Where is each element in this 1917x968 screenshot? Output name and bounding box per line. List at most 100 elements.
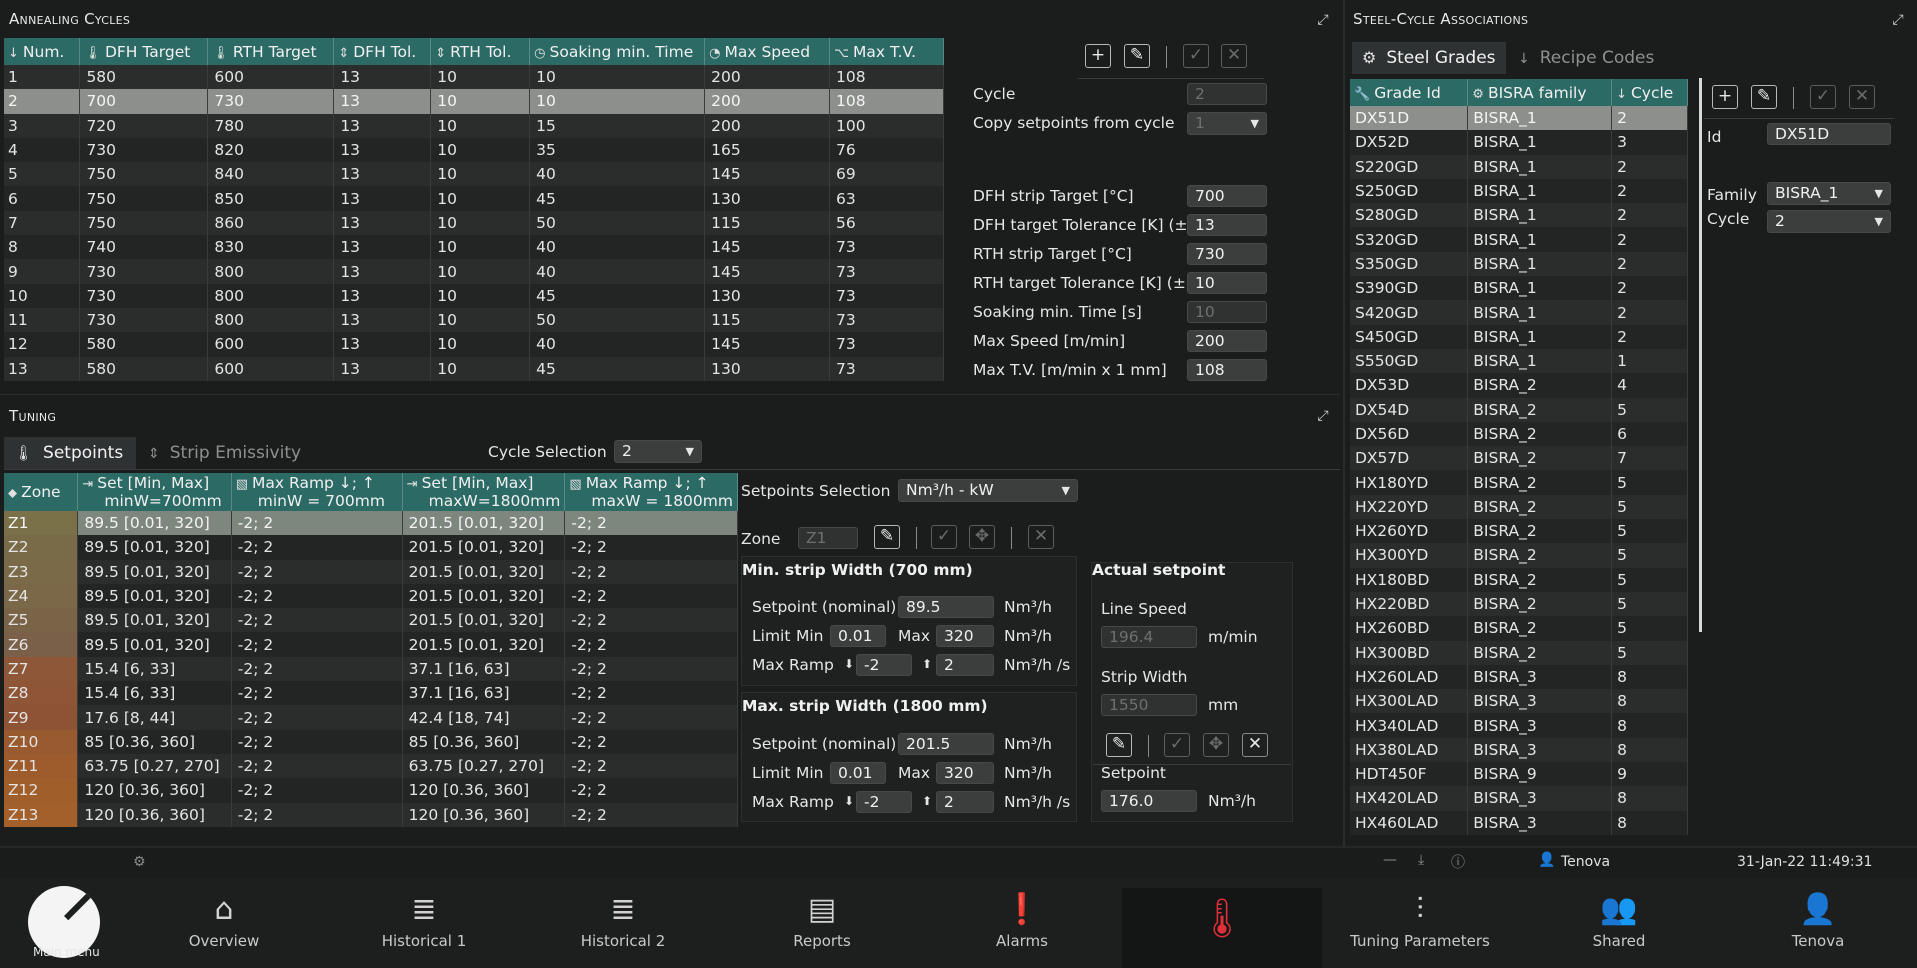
table-row[interactable]: HX380LAD BISRA_3 8 [1350,737,1688,763]
rth-target-field[interactable]: 730 [1187,243,1267,265]
soaking-field[interactable]: 10 [1187,301,1267,323]
table-row[interactable]: Z6 89.5 [0.01, 320] -2; 2 201.5 [0.01, 320]… [4,632,738,657]
table-row[interactable]: HX300LAD BISRA_3 8 [1350,689,1688,714]
table-row[interactable]: DX52D BISRA_1 3 [1350,130,1688,155]
table-row[interactable]: DX53D BISRA_2 4 [1350,373,1688,398]
nav-item-alarms[interactable]: ❗ Alarms [922,888,1122,968]
table-row[interactable]: HX460LAD BISRA_3 8 [1350,810,1688,835]
confirm-button[interactable]: ✓ [1183,44,1209,68]
table-row[interactable]: 10 730 800 13 10 45 130 73 [4,283,944,308]
table-row[interactable]: Z9 17.6 [8, 44] -2; 2 42.4 [18, 74] -2; 2 [4,705,738,730]
table-row[interactable]: 5 750 840 13 10 40 145 69 [4,162,944,187]
table-row[interactable]: S250GD BISRA_1 2 [1350,178,1688,204]
max-ramp-up-field[interactable]: 2 [936,791,994,813]
expand-tuning-icon[interactable]: ⤢ [1315,408,1331,424]
table-row[interactable]: 11 730 800 13 10 50 115 73 [4,307,944,333]
table-row[interactable]: HX260BD BISRA_2 5 [1350,616,1688,641]
info-icon[interactable]: ⓘ [1451,852,1465,872]
minimize-icon[interactable]: — [1383,852,1397,868]
col-ramp-minw[interactable]: ▧ Max Ramp ↓; ↑ minW = 700mm [231,473,403,511]
min-setpoint-field[interactable]: 89.5 [898,596,994,618]
settings-icon[interactable]: ⚙ [133,854,146,870]
table-row[interactable]: S450GD BISRA_1 2 [1350,324,1688,349]
nav-item-overview[interactable]: ⌂ Overview [124,888,324,968]
table-row[interactable]: 12 580 600 13 10 40 145 73 [4,332,944,357]
min-limit-max-field[interactable]: 320 [936,625,994,647]
col-num[interactable]: ↓ Num. [4,38,81,65]
table-row[interactable]: HX260LAD BISRA_3 8 [1350,664,1688,690]
table-row[interactable]: 3 720 780 13 10 15 200 100 [4,113,944,138]
expand-annealing-icon[interactable]: ⤢ [1315,12,1331,28]
table-row[interactable]: 2 700 730 13 10 10 200 108 [4,89,944,114]
edit-button[interactable]: ✎ [1124,44,1150,68]
nav-item-historical-2[interactable]: ≣ Historical 2 [523,888,723,968]
table-row[interactable]: Z8 15.4 [6, 33] -2; 2 37.1 [16, 63] -2; 2 [4,681,738,706]
steel-edit-button[interactable]: ✎ [1751,85,1777,109]
min-ramp-up-field[interactable]: 2 [936,654,994,676]
table-row[interactable]: DX57D BISRA_2 7 [1350,446,1688,471]
steel-add-button[interactable]: + [1712,85,1738,109]
col-ramp-maxw[interactable]: ▧ Max Ramp ↓; ↑ maxW = 1800mm [564,473,738,511]
steel-cycle-select[interactable]: 2 ▼ [1767,210,1891,233]
table-row[interactable]: S320GD BISRA_1 2 [1350,227,1688,252]
table-row[interactable]: HX260YD BISRA_2 5 [1350,519,1688,544]
table-row[interactable]: Z11 63.75 [0.27, 270] -2; 2 63.75 [0.27, 27… [4,753,738,779]
table-row[interactable]: Z13 120 [0.36, 360] -2; 2 120 [0.36, 360] -2… [4,802,738,827]
min-limit-min-field[interactable]: 0.01 [830,625,886,647]
max-limit-min-field[interactable]: 0.01 [830,762,886,784]
actual-edit-button[interactable]: ✎ [1106,733,1132,757]
id-field[interactable]: DX51D [1767,123,1891,145]
col-soaking[interactable]: ◷ Soaking min. Time [529,38,706,65]
rth-tol-field[interactable]: 10 [1187,272,1267,294]
zone-confirm-button[interactable]: ✓ [931,525,957,549]
table-row[interactable]: HX300YD BISRA_2 5 [1350,543,1688,568]
table-row[interactable]: Z7 15.4 [6, 33] -2; 2 37.1 [16, 63] -2; 2 [4,656,738,682]
nav-item-tenova[interactable]: 👤 Tenova [1718,888,1917,968]
table-row[interactable]: Z2 89.5 [0.01, 320] -2; 2 201.5 [0.01, 320]… [4,535,738,560]
table-row[interactable]: 7 750 860 13 10 50 115 56 [4,210,944,236]
table-row[interactable]: HX220BD BISRA_2 5 [1350,591,1688,617]
zone-edit-button[interactable]: ✎ [874,525,900,549]
table-row[interactable]: S280GD BISRA_1 2 [1350,203,1688,228]
table-row[interactable]: HX180YD BISRA_2 5 [1350,470,1688,495]
nav-item-historical-1[interactable]: ≣ Historical 1 [324,888,524,968]
table-row[interactable]: Z1 89.5 [0.01, 320] -2; 2 201.5 [0.01, 320]… [4,511,738,536]
dfh-target-field[interactable]: 700 [1187,185,1267,207]
col-set-minw[interactable]: ⇥ Set [Min, Max] minW=700mm [77,473,232,511]
col-max-tv[interactable]: ⌥ Max T.V. [829,38,944,65]
table-row[interactable]: 9 730 800 13 10 40 145 73 [4,259,944,284]
table-row[interactable]: 6 750 850 13 10 45 130 63 [4,186,944,211]
max-ramp-down-field[interactable]: -2 [856,791,912,813]
table-row[interactable]: HX220YD BISRA_2 5 [1350,494,1688,520]
expand-steel-icon[interactable]: ⤢ [1890,12,1906,28]
zone-move-button[interactable]: ✥ [969,525,995,549]
dfh-tol-field[interactable]: 13 [1187,214,1267,236]
table-row[interactable]: DX51D BISRA_1 2 [1350,106,1688,131]
col-zone[interactable]: ⬥ Zone [4,473,79,511]
cycle-selection-select[interactable]: 2 ▼ [614,440,702,463]
cancel-button[interactable]: ✕ [1221,44,1247,68]
table-row[interactable]: Z12 120 [0.36, 360] -2; 2 120 [0.36, 360] -2… [4,778,738,803]
max-tv-field[interactable]: 108 [1187,359,1267,381]
table-row[interactable]: HX420LAD BISRA_3 8 [1350,786,1688,811]
table-row[interactable]: 8 740 830 13 10 40 145 73 [4,235,944,260]
zone-field[interactable]: Z1 [798,527,858,549]
table-row[interactable]: HX180BD BISRA_2 5 [1350,567,1688,592]
cycle-field[interactable]: 2 [1187,83,1267,105]
min-ramp-down-field[interactable]: -2 [856,654,912,676]
steel-cancel-button[interactable]: ✕ [1849,85,1875,109]
family-select[interactable]: BISRA_1 ▼ [1767,182,1891,205]
setpoint-field[interactable]: 176.0 [1101,790,1197,812]
table-row[interactable]: HX300BD BISRA_2 5 [1350,640,1688,665]
table-row[interactable]: Z5 89.5 [0.01, 320] -2; 2 201.5 [0.01, 320]… [4,608,738,633]
copy-setpoints-select[interactable]: 1 ▼ [1187,112,1267,135]
table-row[interactable]: Z3 89.5 [0.01, 320] -2; 2 201.5 [0.01, 320]… [4,559,738,584]
table-row[interactable]: HDT450F BISRA_9 9 [1350,762,1688,787]
max-speed-field[interactable]: 200 [1187,330,1267,352]
table-row[interactable]: S420GD BISRA_1 2 [1350,300,1688,325]
table-row[interactable]: 4 730 820 13 10 35 165 76 [4,137,944,163]
steel-confirm-button[interactable]: ✓ [1810,85,1836,109]
table-row[interactable]: S550GD BISRA_1 1 [1350,348,1688,374]
table-row[interactable]: S390GD BISRA_1 2 [1350,276,1688,301]
tab-steel-grades[interactable]: ⚙ Steel Grades [1352,42,1506,74]
